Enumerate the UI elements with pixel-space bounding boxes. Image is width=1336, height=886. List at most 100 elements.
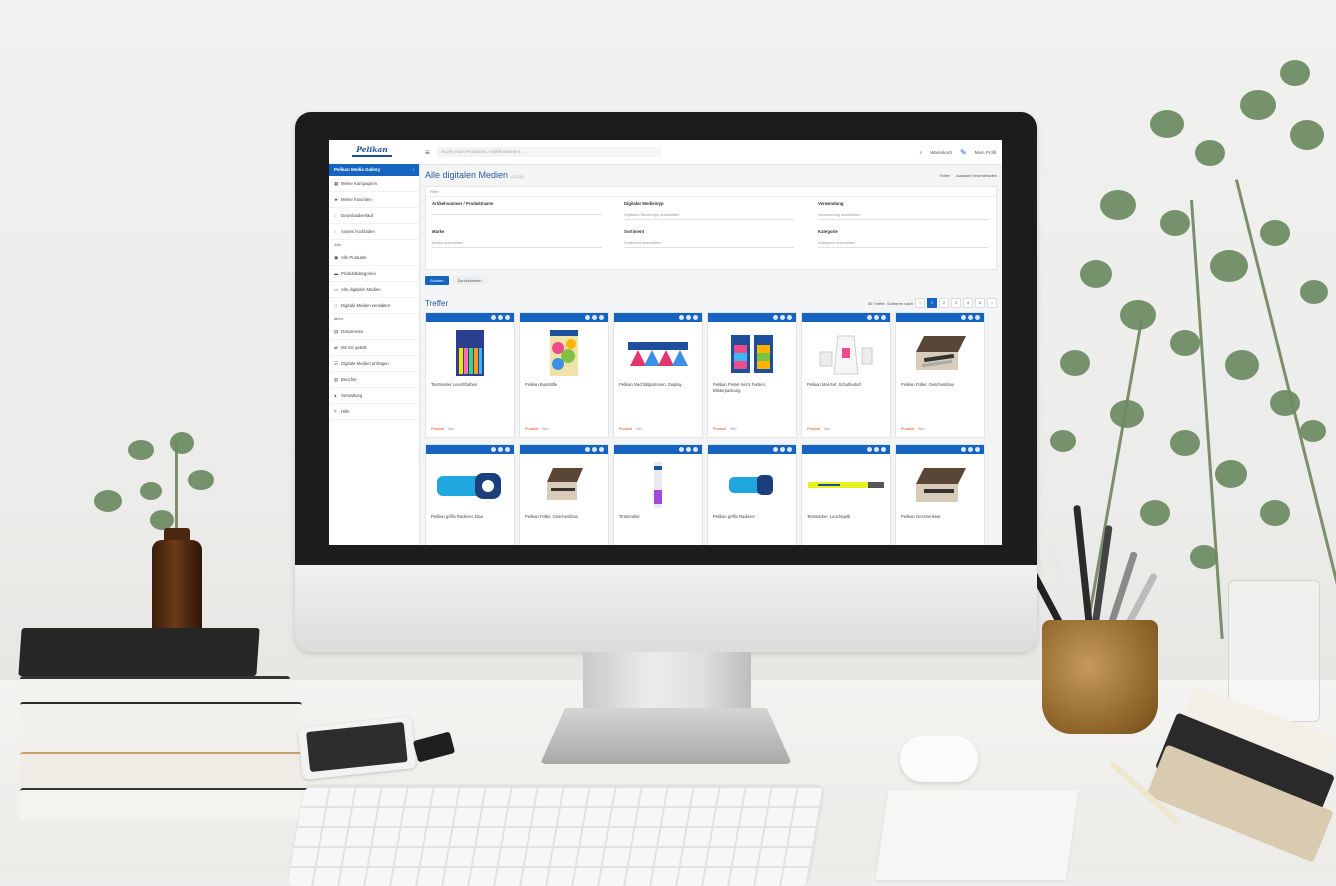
download-icon[interactable] xyxy=(881,315,886,320)
product-image[interactable] xyxy=(520,326,608,380)
media-card[interactable]: Pelikan Buntstifte Produkt Bild xyxy=(519,312,609,438)
favorite-icon[interactable] xyxy=(968,447,973,452)
sidebar-item[interactable]: ★ Meine Favoriten xyxy=(329,192,419,208)
filter-category[interactable]: Kategorie Kategorie auswählen xyxy=(818,229,988,248)
info-icon[interactable] xyxy=(773,447,778,452)
favorite-icon[interactable] xyxy=(780,315,785,320)
media-card[interactable]: Pelikan griffix Radierer, blau xyxy=(425,444,515,545)
page-button[interactable]: 3 xyxy=(951,298,961,308)
favorite-icon[interactable] xyxy=(498,315,503,320)
info-icon[interactable] xyxy=(867,315,872,320)
favorite-icon[interactable] xyxy=(874,447,879,452)
filter-range[interactable]: Sortiment Sortiment auswählen xyxy=(624,229,794,248)
share-button[interactable]: Teilen xyxy=(940,173,950,178)
sidebar-item[interactable]: ⇄ Mit mir geteilt xyxy=(329,340,419,356)
download-icon[interactable] xyxy=(881,447,886,452)
product-image[interactable] xyxy=(614,458,702,512)
menu-icon[interactable]: ≡ xyxy=(425,148,430,157)
favorite-icon[interactable] xyxy=(780,447,785,452)
favorite-icon[interactable] xyxy=(874,315,879,320)
media-card[interactable]: Pelikan Füller, Geschenkbox xyxy=(519,444,609,545)
download-icon[interactable] xyxy=(975,447,980,452)
sidebar-item[interactable]: ▬ Produktkategorien xyxy=(329,266,419,282)
media-card[interactable]: Pelikan Nachfüllpatronen, Display Produk… xyxy=(613,312,703,438)
download-icon[interactable] xyxy=(505,315,510,320)
sidebar-item[interactable]: ↓ Downloadverlauf xyxy=(329,208,419,224)
cart-link[interactable]: Warenkorb xyxy=(930,150,952,155)
product-image[interactable] xyxy=(614,326,702,380)
download-icon[interactable] xyxy=(505,447,510,452)
media-card[interactable]: Pelikan Füller, Geschenkbox Produkt Bild xyxy=(895,312,985,438)
page-prev[interactable]: ‹ xyxy=(915,298,925,308)
info-icon[interactable] xyxy=(679,447,684,452)
favorite-icon[interactable] xyxy=(592,447,597,452)
product-image[interactable] xyxy=(802,458,890,512)
info-icon[interactable] xyxy=(585,447,590,452)
product-image[interactable] xyxy=(896,458,984,512)
page-button[interactable]: 2 xyxy=(939,298,949,308)
per-page-select[interactable]: 50 Treffer xyxy=(868,301,885,306)
brand-logo[interactable]: Pelikan xyxy=(349,145,395,159)
info-icon[interactable] xyxy=(679,315,684,320)
media-card[interactable]: Pelikan Mal-Set, Schulbedarf Produkt Bild xyxy=(801,312,891,438)
sidebar-item[interactable]: ↑ Assets hochladen xyxy=(329,224,419,240)
media-card[interactable]: Pelikan Geschenkset xyxy=(895,444,985,545)
product-image[interactable] xyxy=(520,458,608,512)
download-icon[interactable] xyxy=(787,447,792,452)
media-card[interactable]: Textmarker Leuchtfarben Produkt Bild xyxy=(425,312,515,438)
search-icon[interactable]: ⌕ xyxy=(920,150,923,155)
filter-header[interactable]: Filter xyxy=(426,187,996,197)
download-icon[interactable] xyxy=(787,315,792,320)
media-card[interactable]: Tintenroller xyxy=(613,444,703,545)
sidebar-header[interactable]: Pelikan Media Gallery ‹ xyxy=(329,164,419,176)
product-image[interactable] xyxy=(426,458,514,512)
favorite-icon[interactable] xyxy=(686,315,691,320)
favorite-icon[interactable] xyxy=(592,315,597,320)
edit-icon[interactable]: ✎ xyxy=(960,148,967,157)
sidebar-item[interactable]: ▭ Alle digitalen Medien xyxy=(329,282,419,298)
sidebar-item[interactable]: ▤ Dokumente xyxy=(329,324,419,340)
profile-link[interactable]: Mein Profil xyxy=(975,150,996,155)
info-icon[interactable] xyxy=(491,315,496,320)
download-icon[interactable] xyxy=(975,315,980,320)
download-icon[interactable] xyxy=(693,315,698,320)
product-image[interactable] xyxy=(802,326,890,380)
page-button[interactable]: 4 xyxy=(963,298,973,308)
info-icon[interactable] xyxy=(491,447,496,452)
info-icon[interactable] xyxy=(773,315,778,320)
product-image[interactable] xyxy=(896,326,984,380)
sidebar-item[interactable]: ▦ Meine Kampagnen xyxy=(329,176,419,192)
media-card[interactable]: Pelikan Pinsel-Set 5 Farben, Blisterpack… xyxy=(707,312,797,438)
download-icon[interactable] xyxy=(599,447,604,452)
favorite-icon[interactable] xyxy=(686,447,691,452)
page-button[interactable]: 5 xyxy=(975,298,985,308)
filter-article[interactable]: Artikelnummer / Produktname xyxy=(432,201,602,215)
info-icon[interactable] xyxy=(961,315,966,320)
favorite-icon[interactable] xyxy=(498,447,503,452)
info-icon[interactable] xyxy=(867,447,872,452)
download-icon[interactable] xyxy=(693,447,698,452)
search-button[interactable]: Suchen xyxy=(425,276,449,285)
reset-button[interactable]: Zurücksetzen xyxy=(452,276,487,285)
download-selection-button[interactable]: Auswahl herunterladen xyxy=(956,173,997,178)
sidebar-item[interactable]: ? Hilfe xyxy=(329,404,419,420)
search-input[interactable]: Suche nach Produkten, Artikelnummern... xyxy=(437,147,661,157)
filter-brand[interactable]: Marke Marke auswählen xyxy=(432,229,602,248)
media-card[interactable]: Pelikan griffix Radierer xyxy=(707,444,797,545)
sidebar-item[interactable]: ☰ Digitale Medien anfragen xyxy=(329,356,419,372)
chevron-left-icon[interactable]: ‹ xyxy=(413,164,415,176)
sidebar-item[interactable]: ● Verwaltung xyxy=(329,388,419,404)
sort-select[interactable]: Sortieren nach xyxy=(887,301,913,306)
product-image[interactable] xyxy=(708,326,796,380)
page-button[interactable]: 1 xyxy=(927,298,937,308)
product-image[interactable] xyxy=(426,326,514,380)
filter-media-type[interactable]: Digitaler Medientyp Digitalen Medientyp … xyxy=(624,201,794,220)
info-icon[interactable] xyxy=(585,315,590,320)
download-icon[interactable] xyxy=(599,315,604,320)
info-icon[interactable] xyxy=(961,447,966,452)
page-next[interactable]: › xyxy=(987,298,997,308)
product-image[interactable] xyxy=(708,458,796,512)
sidebar-item[interactable]: ▣ Alle Produkte xyxy=(329,250,419,266)
sidebar-item[interactable]: ▥ Berichte xyxy=(329,372,419,388)
media-card[interactable]: Textmarker, Leuchtgelb xyxy=(801,444,891,545)
